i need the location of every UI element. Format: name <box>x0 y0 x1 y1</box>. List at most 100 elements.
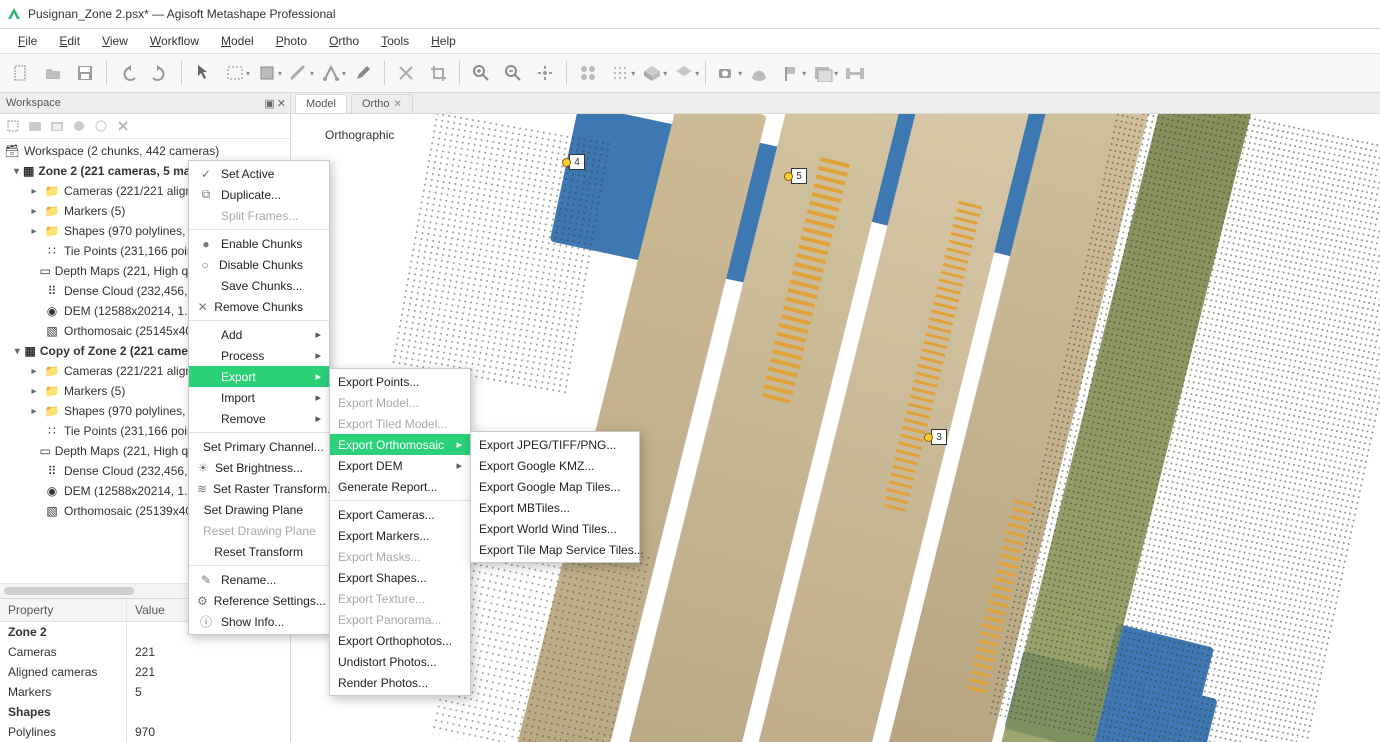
ctx-set-raster[interactable]: ≋Set Raster Transform... <box>189 478 329 499</box>
redo-button[interactable] <box>145 58 175 88</box>
tab-model[interactable]: Model <box>295 94 347 113</box>
ctx-duplicate[interactable]: ⧉Duplicate... <box>189 184 329 205</box>
ws-add-folder-icon[interactable] <box>48 117 66 135</box>
pencil-button[interactable] <box>348 58 378 88</box>
ctx-export-markers[interactable]: Export Markers... <box>330 525 470 546</box>
ctx-rename[interactable]: ✎Rename... <box>189 569 329 590</box>
panel-float-icon[interactable]: ▣ <box>264 97 274 110</box>
ctx-export-shapes[interactable]: Export Shapes... <box>330 567 470 588</box>
ctx-export-cameras[interactable]: Export Cameras... <box>330 504 470 525</box>
ctx-export[interactable]: Export <box>189 366 329 387</box>
prop-markers-value: 5 <box>127 682 150 702</box>
menu-help[interactable]: Help <box>421 31 466 51</box>
ctx-export-points[interactable]: Export Points... <box>330 371 470 392</box>
chevron-right-icon[interactable]: ▸ <box>28 386 40 397</box>
ctx-export-mbtiles[interactable]: Export MBTiles... <box>471 497 639 518</box>
ctx-export-tms[interactable]: Export Tile Map Service Tiles... <box>471 539 639 560</box>
export-submenu[interactable]: Export Points... Export Model... Export … <box>329 368 471 696</box>
ctx-generate-report[interactable]: Generate Report... <box>330 476 470 497</box>
ws-add-icon[interactable] <box>4 117 22 135</box>
ctx-set-brightness[interactable]: ☀Set Brightness... <box>189 457 329 478</box>
ctx-reset-transform[interactable]: Reset Transform <box>189 541 329 562</box>
ctx-export-gmap[interactable]: Export Google Map Tiles... <box>471 476 639 497</box>
ctx-export-panorama: Export Panorama... <box>330 609 470 630</box>
menu-photo[interactable]: Photo <box>266 31 317 51</box>
zoom-out-button[interactable] <box>498 58 528 88</box>
show-shapes-button[interactable] <box>744 58 774 88</box>
ctx-reference-settings[interactable]: ⚙Reference Settings... <box>189 590 329 611</box>
open-button[interactable] <box>38 58 68 88</box>
ctx-save-chunks[interactable]: Save Chunks... <box>189 275 329 296</box>
info-icon: ⓘ <box>197 613 215 630</box>
ctx-set-active[interactable]: ✓Set Active <box>189 163 329 184</box>
tree-root[interactable]: 🗃Workspace (2 chunks, 442 cameras) <box>0 141 290 161</box>
ctx-export-orthomosaic[interactable]: Export Orthomosaic <box>330 434 470 455</box>
crop-button[interactable] <box>423 58 453 88</box>
window-title: Pusignan_Zone 2.psx* — Agisoft Metashape… <box>28 7 336 21</box>
delete-selection-button[interactable] <box>391 58 421 88</box>
grid-view-icon[interactable] <box>573 58 603 88</box>
close-icon[interactable]: ✕ <box>393 99 401 110</box>
disable-icon: ○ <box>197 258 213 272</box>
panel-close-icon[interactable]: ✕ <box>277 97 286 110</box>
undo-button[interactable] <box>113 58 143 88</box>
ctx-disable-chunks[interactable]: ○Disable Chunks <box>189 254 329 275</box>
chunk-context-menu[interactable]: ✓Set Active ⧉Duplicate... Split Frames..… <box>188 160 330 635</box>
menu-edit[interactable]: Edit <box>49 31 90 51</box>
ctx-remove-chunks[interactable]: ✕Remove Chunks <box>189 296 329 317</box>
check-icon: ✓ <box>197 167 215 181</box>
ctx-show-info[interactable]: ⓘShow Info... <box>189 611 329 632</box>
ctx-add[interactable]: Add <box>189 324 329 345</box>
menu-ortho[interactable]: Ortho <box>319 31 369 51</box>
ctx-export-worldwind[interactable]: Export World Wind Tiles... <box>471 518 639 539</box>
chevron-right-icon[interactable]: ▸ <box>28 186 40 197</box>
tab-ortho[interactable]: Ortho✕ <box>351 94 413 113</box>
main-toolbar: ▾ ▾ ▾ ▾ ▾ ▾ ▾ ▾ ▾ ▾ <box>0 53 1380 93</box>
ws-remove-icon[interactable] <box>114 117 132 135</box>
ctx-export-tiled: Export Tiled Model... <box>330 413 470 434</box>
zoom-in-button[interactable] <box>466 58 496 88</box>
chevron-right-icon[interactable]: ▸ <box>28 406 40 417</box>
properties-header-value: Value <box>127 599 173 621</box>
ctx-export-model: Export Model... <box>330 392 470 413</box>
show-aligned-button[interactable] <box>840 58 870 88</box>
viewport-marker-3[interactable]: 3 <box>931 429 947 445</box>
new-project-button[interactable] <box>6 58 36 88</box>
ctx-set-primary[interactable]: Set Primary Channel... <box>189 436 329 457</box>
prop-markers-label: Markers <box>0 682 127 702</box>
menu-workflow[interactable]: Workflow <box>140 31 209 51</box>
chevron-right-icon[interactable]: ▸ <box>28 206 40 217</box>
chevron-right-icon[interactable]: ▸ <box>28 226 40 237</box>
densecloud-icon: ⠿ <box>44 283 60 299</box>
reset-view-button[interactable] <box>530 58 560 88</box>
ws-enable-icon[interactable] <box>70 117 88 135</box>
viewport-marker-4[interactable]: 4 <box>569 154 585 170</box>
ctx-import[interactable]: Import <box>189 387 329 408</box>
ctx-export-kmz[interactable]: Export Google KMZ... <box>471 455 639 476</box>
ctx-set-drawing[interactable]: Set Drawing Plane <box>189 499 329 520</box>
export-orthomosaic-submenu[interactable]: Export JPEG/TIFF/PNG... Export Google KM… <box>470 431 640 563</box>
save-button[interactable] <box>70 58 100 88</box>
ws-disable-icon[interactable] <box>92 117 110 135</box>
chevron-down-icon[interactable]: ▾ <box>14 346 21 357</box>
ctx-render-photos[interactable]: Render Photos... <box>330 672 470 693</box>
menu-file[interactable]: File <box>8 31 47 51</box>
ctx-export-dem[interactable]: Export DEM <box>330 455 470 476</box>
ctx-undistort-photos[interactable]: Undistort Photos... <box>330 651 470 672</box>
menu-view[interactable]: View <box>92 31 138 51</box>
ws-add-photos-icon[interactable] <box>26 117 44 135</box>
ctx-process[interactable]: Process <box>189 345 329 366</box>
folder-icon: 📁 <box>44 223 60 239</box>
ctx-export-jpeg[interactable]: Export JPEG/TIFF/PNG... <box>471 434 639 455</box>
prop-polylines-label: Polylines <box>0 722 127 742</box>
menu-tools[interactable]: Tools <box>371 31 419 51</box>
menu-model[interactable]: Model <box>211 31 264 51</box>
ctx-remove[interactable]: Remove <box>189 408 329 429</box>
ctx-enable-chunks[interactable]: ●Enable Chunks <box>189 233 329 254</box>
ctx-export-orthophotos[interactable]: Export Orthophotos... <box>330 630 470 651</box>
viewport-marker-5[interactable]: 5 <box>791 168 807 184</box>
dem-icon: ◉ <box>44 303 60 319</box>
chevron-right-icon[interactable]: ▸ <box>28 366 40 377</box>
chevron-down-icon[interactable]: ▾ <box>14 166 19 177</box>
navigate-button[interactable] <box>188 58 218 88</box>
